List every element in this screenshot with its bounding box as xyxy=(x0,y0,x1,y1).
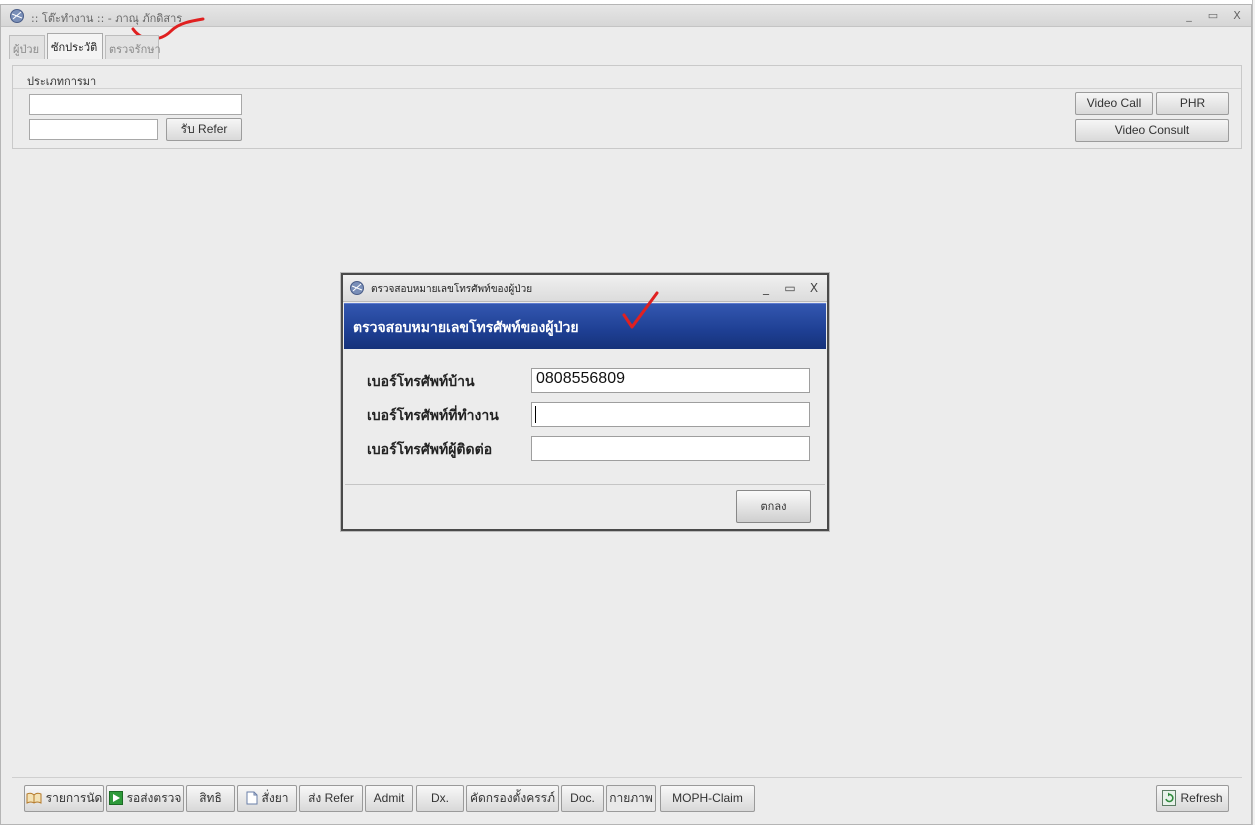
document-icon xyxy=(246,791,258,805)
dialog-separator xyxy=(345,484,825,485)
dialog-globe-icon xyxy=(350,281,364,295)
send-to-exam-button[interactable]: รอส่งตรวจ xyxy=(106,785,184,812)
main-window-title: :: โต๊ะทำงาน :: - ภาณุ ภักดิสาร xyxy=(31,12,183,25)
dialog-maximize-icon[interactable]: ▭ xyxy=(781,279,799,297)
tab-examine[interactable]: ตรวจรักษา xyxy=(105,35,161,59)
text-caret xyxy=(535,406,536,423)
dialog-titlebar[interactable]: ตรวจสอบหมายเลขโทรศัพท์ของผู้ป่วย _ ▭ X xyxy=(343,275,827,302)
refresh-button[interactable]: Refresh xyxy=(1156,785,1229,812)
moph-claim-button[interactable]: MOPH-Claim xyxy=(660,785,755,812)
app-globe-icon xyxy=(10,9,24,23)
dx-button[interactable]: Dx. xyxy=(416,785,464,812)
contact-phone-label: เบอร์โทรศัพท์ผู้ติดต่อ xyxy=(367,442,493,458)
phr-button[interactable]: PHR xyxy=(1156,92,1229,115)
ok-button[interactable]: ตกลง xyxy=(736,490,811,523)
book-icon xyxy=(26,792,42,804)
dialog-close-icon[interactable]: X xyxy=(805,279,823,297)
refresh-icon xyxy=(1162,789,1177,806)
tab-history[interactable]: ซักประวัติ xyxy=(47,33,103,59)
video-consult-button[interactable]: Video Consult xyxy=(1075,119,1229,142)
rights-button[interactable]: สิทธิ xyxy=(186,785,235,812)
dialog-window-title: ตรวจสอบหมายเลขโทรศัพท์ของผู้ป่วย xyxy=(371,284,533,295)
pregnancy-screen-button[interactable]: คัดกรองตั้งครรภ์ xyxy=(466,785,559,812)
appointments-button[interactable]: รายการนัด xyxy=(24,785,104,812)
tab-patient[interactable]: ผู้ป่วย xyxy=(9,35,45,59)
receive-refer-button[interactable]: รับ Refer xyxy=(166,118,242,141)
home-phone-input[interactable]: 0808556809 xyxy=(531,368,810,393)
visit-panel: ประเภทการมา รับ Refer Video Call PHR Vid… xyxy=(12,65,1242,149)
dialog-header-title: ตรวจสอบหมายเลขโทรศัพท์ของผู้ป่วย xyxy=(353,320,579,336)
order-drug-label: สั่งยา xyxy=(261,791,289,805)
bottom-toolbar: รายการนัด รอส่งตรวจ สิทธิ สั่งยา ส่ง Ref… xyxy=(12,777,1242,819)
physical-therapy-button[interactable]: กายภาพ xyxy=(606,785,656,812)
play-icon xyxy=(108,790,123,805)
appointments-label: รายการนัด xyxy=(45,791,103,805)
work-phone-label: เบอร์โทรศัพท์ที่ทำงาน xyxy=(367,408,499,424)
panel-divider xyxy=(13,88,1241,89)
contact-phone-input[interactable] xyxy=(531,436,810,461)
video-call-button[interactable]: Video Call xyxy=(1075,92,1153,115)
maximize-icon[interactable]: ▭ xyxy=(1204,7,1222,25)
admit-button[interactable]: Admit xyxy=(365,785,413,812)
main-titlebar[interactable]: :: โต๊ะทำงาน :: - ภาณุ ภักดิสาร _ ▭ X xyxy=(1,5,1251,27)
home-phone-label: เบอร์โทรศัพท์บ้าน xyxy=(367,374,475,390)
visit-type-input[interactable] xyxy=(29,94,242,115)
dialog-header-banner: ตรวจสอบหมายเลขโทรศัพท์ของผู้ป่วย xyxy=(344,303,826,349)
send-refer-button[interactable]: ส่ง Refer xyxy=(299,785,363,812)
phone-check-dialog: ตรวจสอบหมายเลขโทรศัพท์ของผู้ป่วย _ ▭ X ต… xyxy=(341,273,829,531)
dialog-minimize-icon[interactable]: _ xyxy=(757,279,775,297)
work-phone-input[interactable] xyxy=(531,402,810,427)
refresh-label: Refresh xyxy=(1180,791,1223,805)
refer-input[interactable] xyxy=(29,119,158,140)
close-icon[interactable]: X xyxy=(1228,7,1246,25)
doc-button[interactable]: Doc. xyxy=(561,785,604,812)
send-to-exam-label: รอส่งตรวจ xyxy=(126,791,182,805)
minimize-icon[interactable]: _ xyxy=(1180,7,1198,25)
order-drug-button[interactable]: สั่งยา xyxy=(237,785,297,812)
